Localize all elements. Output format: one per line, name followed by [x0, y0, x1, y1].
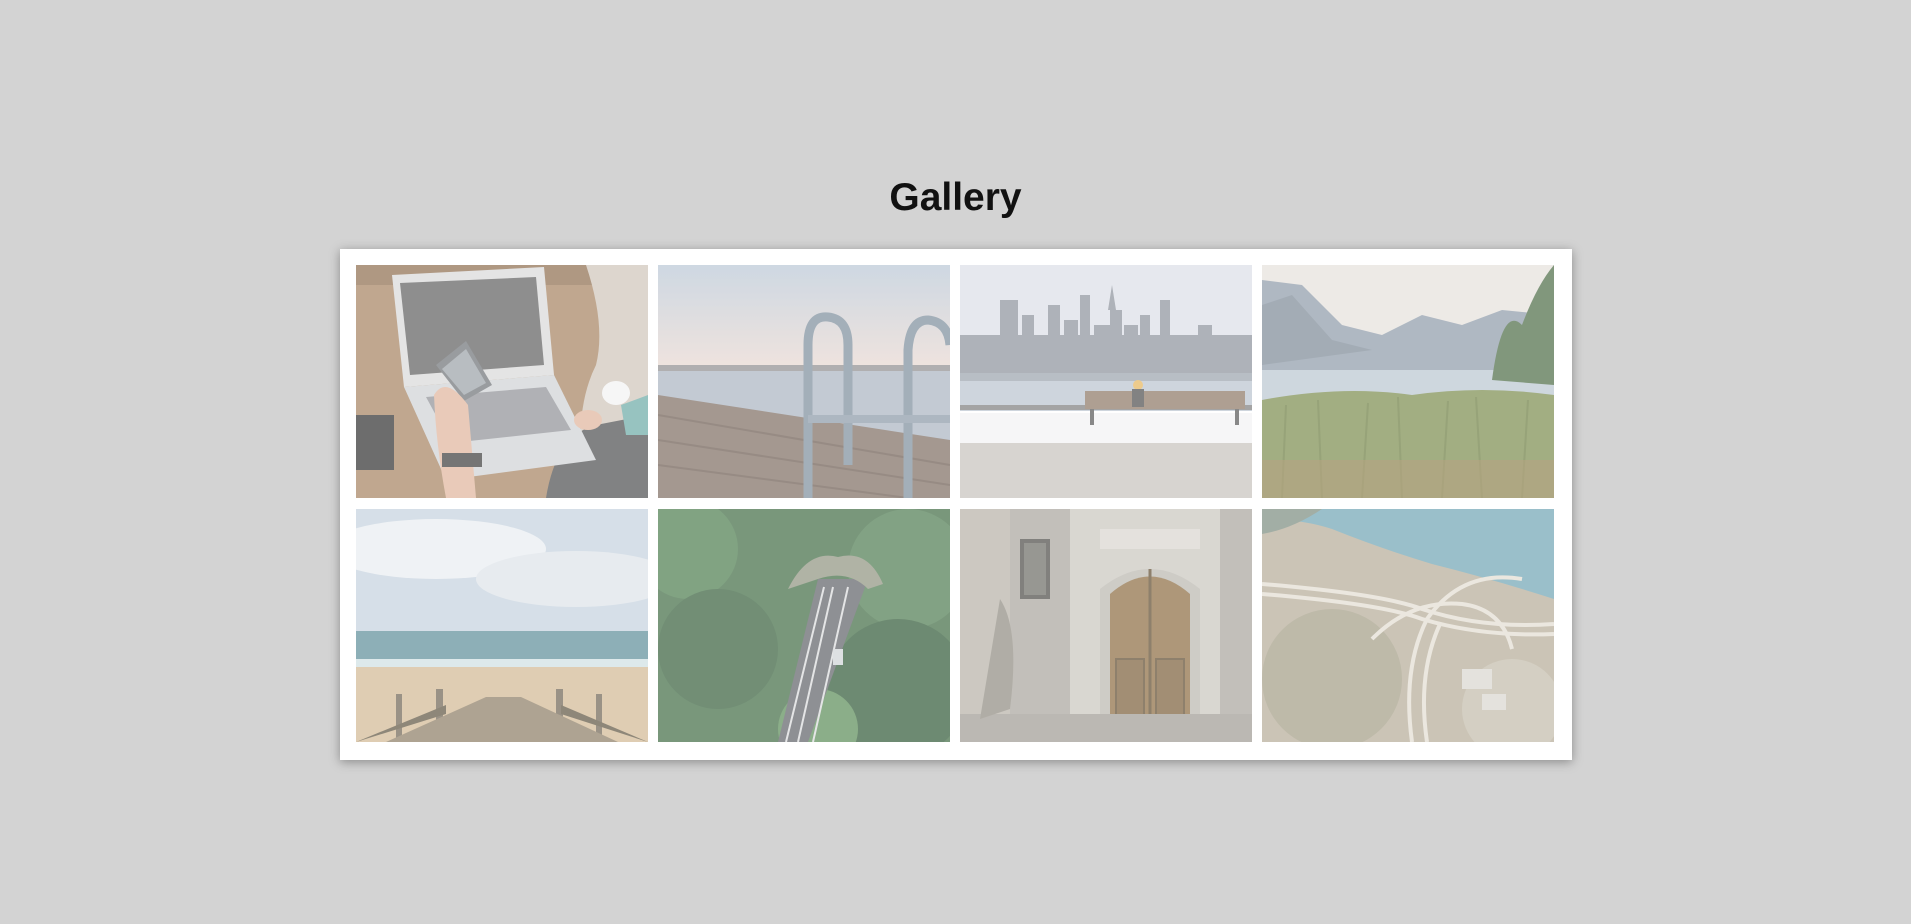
- forest-tunnel-photo: [658, 509, 950, 742]
- gallery-item-city-bench[interactable]: [960, 265, 1252, 498]
- gallery-grid: [356, 265, 1556, 744]
- laptop-phone-photo: [356, 265, 648, 498]
- gallery-item-highway-aerial[interactable]: [1262, 509, 1554, 742]
- gallery-item-beach-stairs[interactable]: [356, 509, 648, 742]
- gallery-item-laptop-phone[interactable]: [356, 265, 648, 498]
- gallery-item-old-door[interactable]: [960, 509, 1252, 742]
- gallery-item-dock-ladder[interactable]: [658, 265, 950, 498]
- gallery-item-forest-tunnel[interactable]: [658, 509, 950, 742]
- lake-mountains-photo: [1262, 265, 1554, 498]
- beach-stairs-photo: [356, 509, 648, 742]
- dock-ladder-photo: [658, 265, 950, 498]
- highway-aerial-photo: [1262, 509, 1554, 742]
- page-title: Gallery: [889, 176, 1022, 219]
- gallery-container: [340, 249, 1572, 760]
- old-door-photo: [960, 509, 1252, 742]
- city-bench-photo: [960, 265, 1252, 498]
- gallery-item-lake-mountains[interactable]: [1262, 265, 1554, 498]
